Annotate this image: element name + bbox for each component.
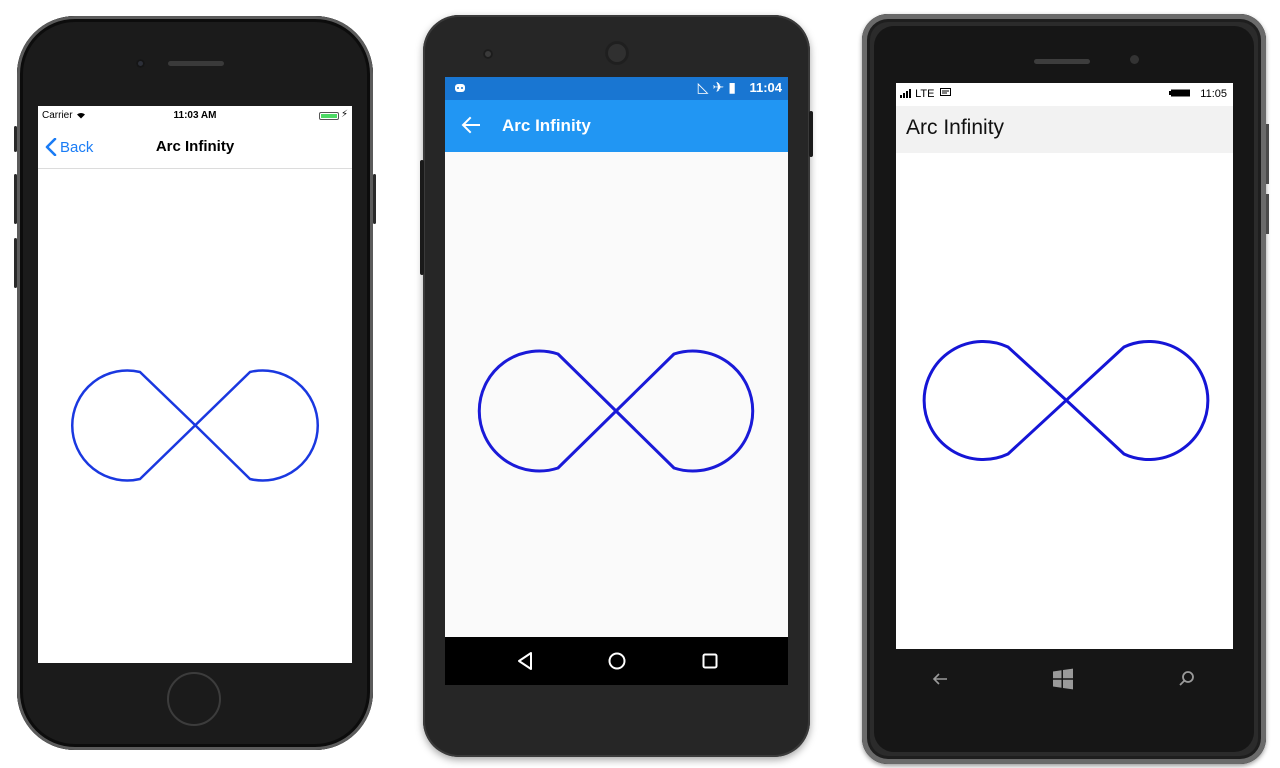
android-device: ◺✈▮ 11:04 Arc Infinity <box>420 15 813 757</box>
volume-button <box>1266 124 1269 184</box>
infinity-shape <box>477 349 755 473</box>
ring-switch <box>14 126 17 152</box>
earpiece-speaker <box>1034 59 1090 64</box>
nav-back-icon[interactable] <box>928 667 952 691</box>
windows-phone-device: LTE 11:05 Arc Infinity <box>862 14 1269 764</box>
power-button <box>1266 194 1269 234</box>
volume-button <box>420 160 424 275</box>
earpiece-speaker <box>605 41 629 65</box>
android-screen: ◺✈▮ 11:04 Arc Infinity <box>445 77 788 685</box>
front-camera <box>136 59 145 68</box>
windows-screen: LTE 11:05 Arc Infinity <box>896 83 1233 649</box>
infinity-canvas <box>477 349 755 473</box>
infinity-shape <box>922 340 1210 461</box>
windows-logo-icon[interactable] <box>1051 667 1075 691</box>
nav-recents-icon[interactable] <box>698 649 722 673</box>
earpiece-speaker <box>168 61 224 66</box>
power-button <box>373 174 376 224</box>
nav-back-icon[interactable] <box>513 649 537 673</box>
android-navigation-bar <box>445 637 788 685</box>
search-icon[interactable] <box>1175 667 1199 691</box>
power-button <box>809 111 813 157</box>
volume-down-button <box>14 238 17 288</box>
ios-screen: Carrier 11:03 AM ⚡ Back Arc Infinity <box>38 106 352 663</box>
iphone-device: Carrier 11:03 AM ⚡ Back Arc Infinity <box>14 16 376 750</box>
infinity-canvas <box>922 340 1210 461</box>
nav-home-icon[interactable] <box>605 649 629 673</box>
front-camera <box>1130 55 1139 64</box>
infinity-canvas <box>71 369 319 482</box>
front-camera <box>483 49 493 59</box>
home-button[interactable] <box>167 672 221 726</box>
infinity-shape <box>71 369 319 482</box>
volume-up-button <box>14 174 17 224</box>
